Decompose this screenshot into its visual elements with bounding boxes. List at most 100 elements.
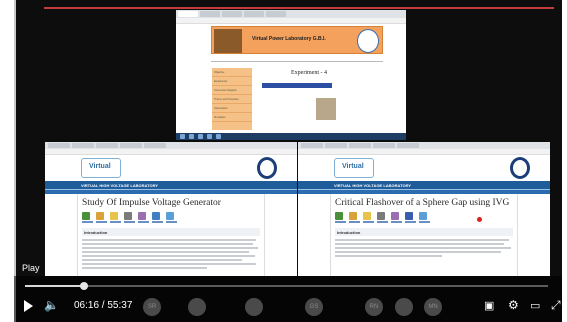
experiment-side-menu: Objective Equipments Connection Diagram …: [212, 68, 252, 130]
side-menu-item[interactable]: Equipments: [212, 77, 252, 86]
intro-icon[interactable]: [335, 212, 343, 220]
browser-tab[interactable]: [325, 143, 347, 148]
taskbar-app-icon[interactable]: [216, 134, 221, 139]
side-menu-item[interactable]: Connection Diagram: [212, 86, 252, 95]
highlight-band: [262, 83, 332, 88]
icon-label[interactable]: [391, 221, 402, 223]
content-area: Critical Flashover of a Sphere Gap using…: [330, 194, 518, 276]
experiment-heading: Experiment - 4: [291, 70, 327, 76]
vlab-header: Virtual: [45, 155, 297, 181]
browser-tab[interactable]: [72, 143, 94, 148]
objective-icon[interactable]: [363, 212, 371, 220]
participant-avatar: SR: [143, 298, 161, 316]
browser-tab[interactable]: [96, 143, 118, 148]
procedure-icon[interactable]: [391, 212, 399, 220]
site-title: Virtual Power Laboratory G.B.I.: [252, 36, 326, 42]
progress-bar[interactable]: [25, 285, 548, 287]
icon-label[interactable]: [166, 221, 177, 223]
address-bar[interactable]: [176, 18, 406, 24]
browser-tab[interactable]: [120, 143, 142, 148]
browser-tabbar: [45, 142, 297, 149]
icon-label[interactable]: [349, 221, 360, 223]
recording-indicator-line: [44, 7, 554, 9]
play-icon[interactable]: [24, 300, 33, 312]
video-player: Virtual Power Laboratory G.B.I. Objectiv…: [0, 0, 567, 322]
simulator-icon[interactable]: [377, 212, 385, 220]
gear-icon[interactable]: ⚙: [508, 299, 519, 311]
browser-tab[interactable]: [349, 143, 371, 148]
content-area: Study Of Impulse Voltage Generator Intro: [77, 194, 265, 276]
browser-tab[interactable]: [200, 11, 220, 17]
browser-tab[interactable]: [178, 11, 198, 17]
icon-label[interactable]: [363, 221, 374, 223]
intro-icon[interactable]: [82, 212, 90, 220]
browser-tab[interactable]: [222, 11, 242, 17]
icon-label[interactable]: [419, 221, 430, 223]
browser-tab[interactable]: [244, 11, 264, 17]
browser-tab[interactable]: [301, 143, 323, 148]
browser-tabbar: [298, 142, 550, 149]
icon-label[interactable]: [124, 221, 135, 223]
application-icon[interactable]: [152, 212, 160, 220]
start-icon[interactable]: [180, 134, 185, 139]
feedback-icon[interactable]: [419, 212, 427, 220]
play-tooltip: Play: [22, 263, 40, 273]
theory-icon[interactable]: [349, 212, 357, 220]
theater-icon[interactable]: ▭: [530, 300, 540, 312]
section-icon-labels: [335, 221, 513, 223]
logo-text: Virtual: [342, 163, 364, 170]
section-heading: Introduction: [82, 228, 260, 236]
taskbar-app-icon[interactable]: [207, 134, 212, 139]
side-menu-item[interactable]: Objective: [212, 68, 252, 77]
application-icon[interactable]: [405, 212, 413, 220]
intro-text: [82, 239, 260, 269]
vlab-header: Virtual: [298, 155, 550, 181]
browser-tab[interactable]: [397, 143, 419, 148]
icon-label[interactable]: [138, 221, 149, 223]
section-icon-labels: [82, 221, 260, 223]
simulator-icon[interactable]: [124, 212, 132, 220]
participant-avatar: MN: [424, 298, 442, 316]
participant-avatar: [188, 298, 206, 316]
fullscreen-icon[interactable]: ⤢: [551, 299, 561, 311]
side-menu-item[interactable]: Theory and Procedure: [212, 95, 252, 104]
browser-tab[interactable]: [266, 11, 286, 17]
section-heading: Introduction: [335, 228, 513, 236]
icon-label[interactable]: [110, 221, 121, 223]
windows-taskbar: [176, 133, 406, 140]
lab-banner: VIRTUAL HIGH VOLTAGE LABORATORY: [45, 181, 297, 189]
progress-played: [25, 285, 85, 287]
feedback-icon[interactable]: [166, 212, 174, 220]
shared-screen-left: Virtual VIRTUAL HIGH VOLTAGE LABORATORY …: [45, 142, 297, 276]
icon-label[interactable]: [96, 221, 107, 223]
procedure-icon[interactable]: [138, 212, 146, 220]
college-logo: [214, 29, 242, 53]
shared-screen-right: Virtual VIRTUAL HIGH VOLTAGE LABORATORY …: [298, 142, 550, 276]
volume-icon[interactable]: 🔈: [44, 299, 59, 311]
time-display: 06:16 / 55:37: [74, 300, 132, 311]
browser-tab[interactable]: [144, 143, 166, 148]
emblem-icon: [357, 29, 379, 53]
icon-label[interactable]: [377, 221, 388, 223]
captions-icon[interactable]: ▣: [484, 300, 494, 312]
icon-label[interactable]: [335, 221, 346, 223]
site-nav[interactable]: [211, 56, 383, 62]
side-menu-item[interactable]: Observation: [212, 104, 252, 113]
taskbar-app-icon[interactable]: [189, 134, 194, 139]
taskbar-app-icon[interactable]: [198, 134, 203, 139]
section-icons: [82, 212, 260, 220]
controls-bar: [14, 276, 562, 322]
icon-label[interactable]: [82, 221, 93, 223]
icon-label[interactable]: [405, 221, 416, 223]
theory-icon[interactable]: [96, 212, 104, 220]
browser-tab[interactable]: [48, 143, 70, 148]
side-menu-item[interactable]: Simulation: [212, 113, 252, 122]
logo-text: Virtual: [89, 163, 111, 170]
browser-tab[interactable]: [373, 143, 395, 148]
pointer-cursor: [477, 217, 482, 222]
apparatus-image: [316, 98, 336, 120]
lab-banner: VIRTUAL HIGH VOLTAGE LABORATORY: [298, 181, 550, 189]
icon-label[interactable]: [152, 221, 163, 223]
institute-emblem-icon: [257, 157, 277, 179]
objective-icon[interactable]: [110, 212, 118, 220]
